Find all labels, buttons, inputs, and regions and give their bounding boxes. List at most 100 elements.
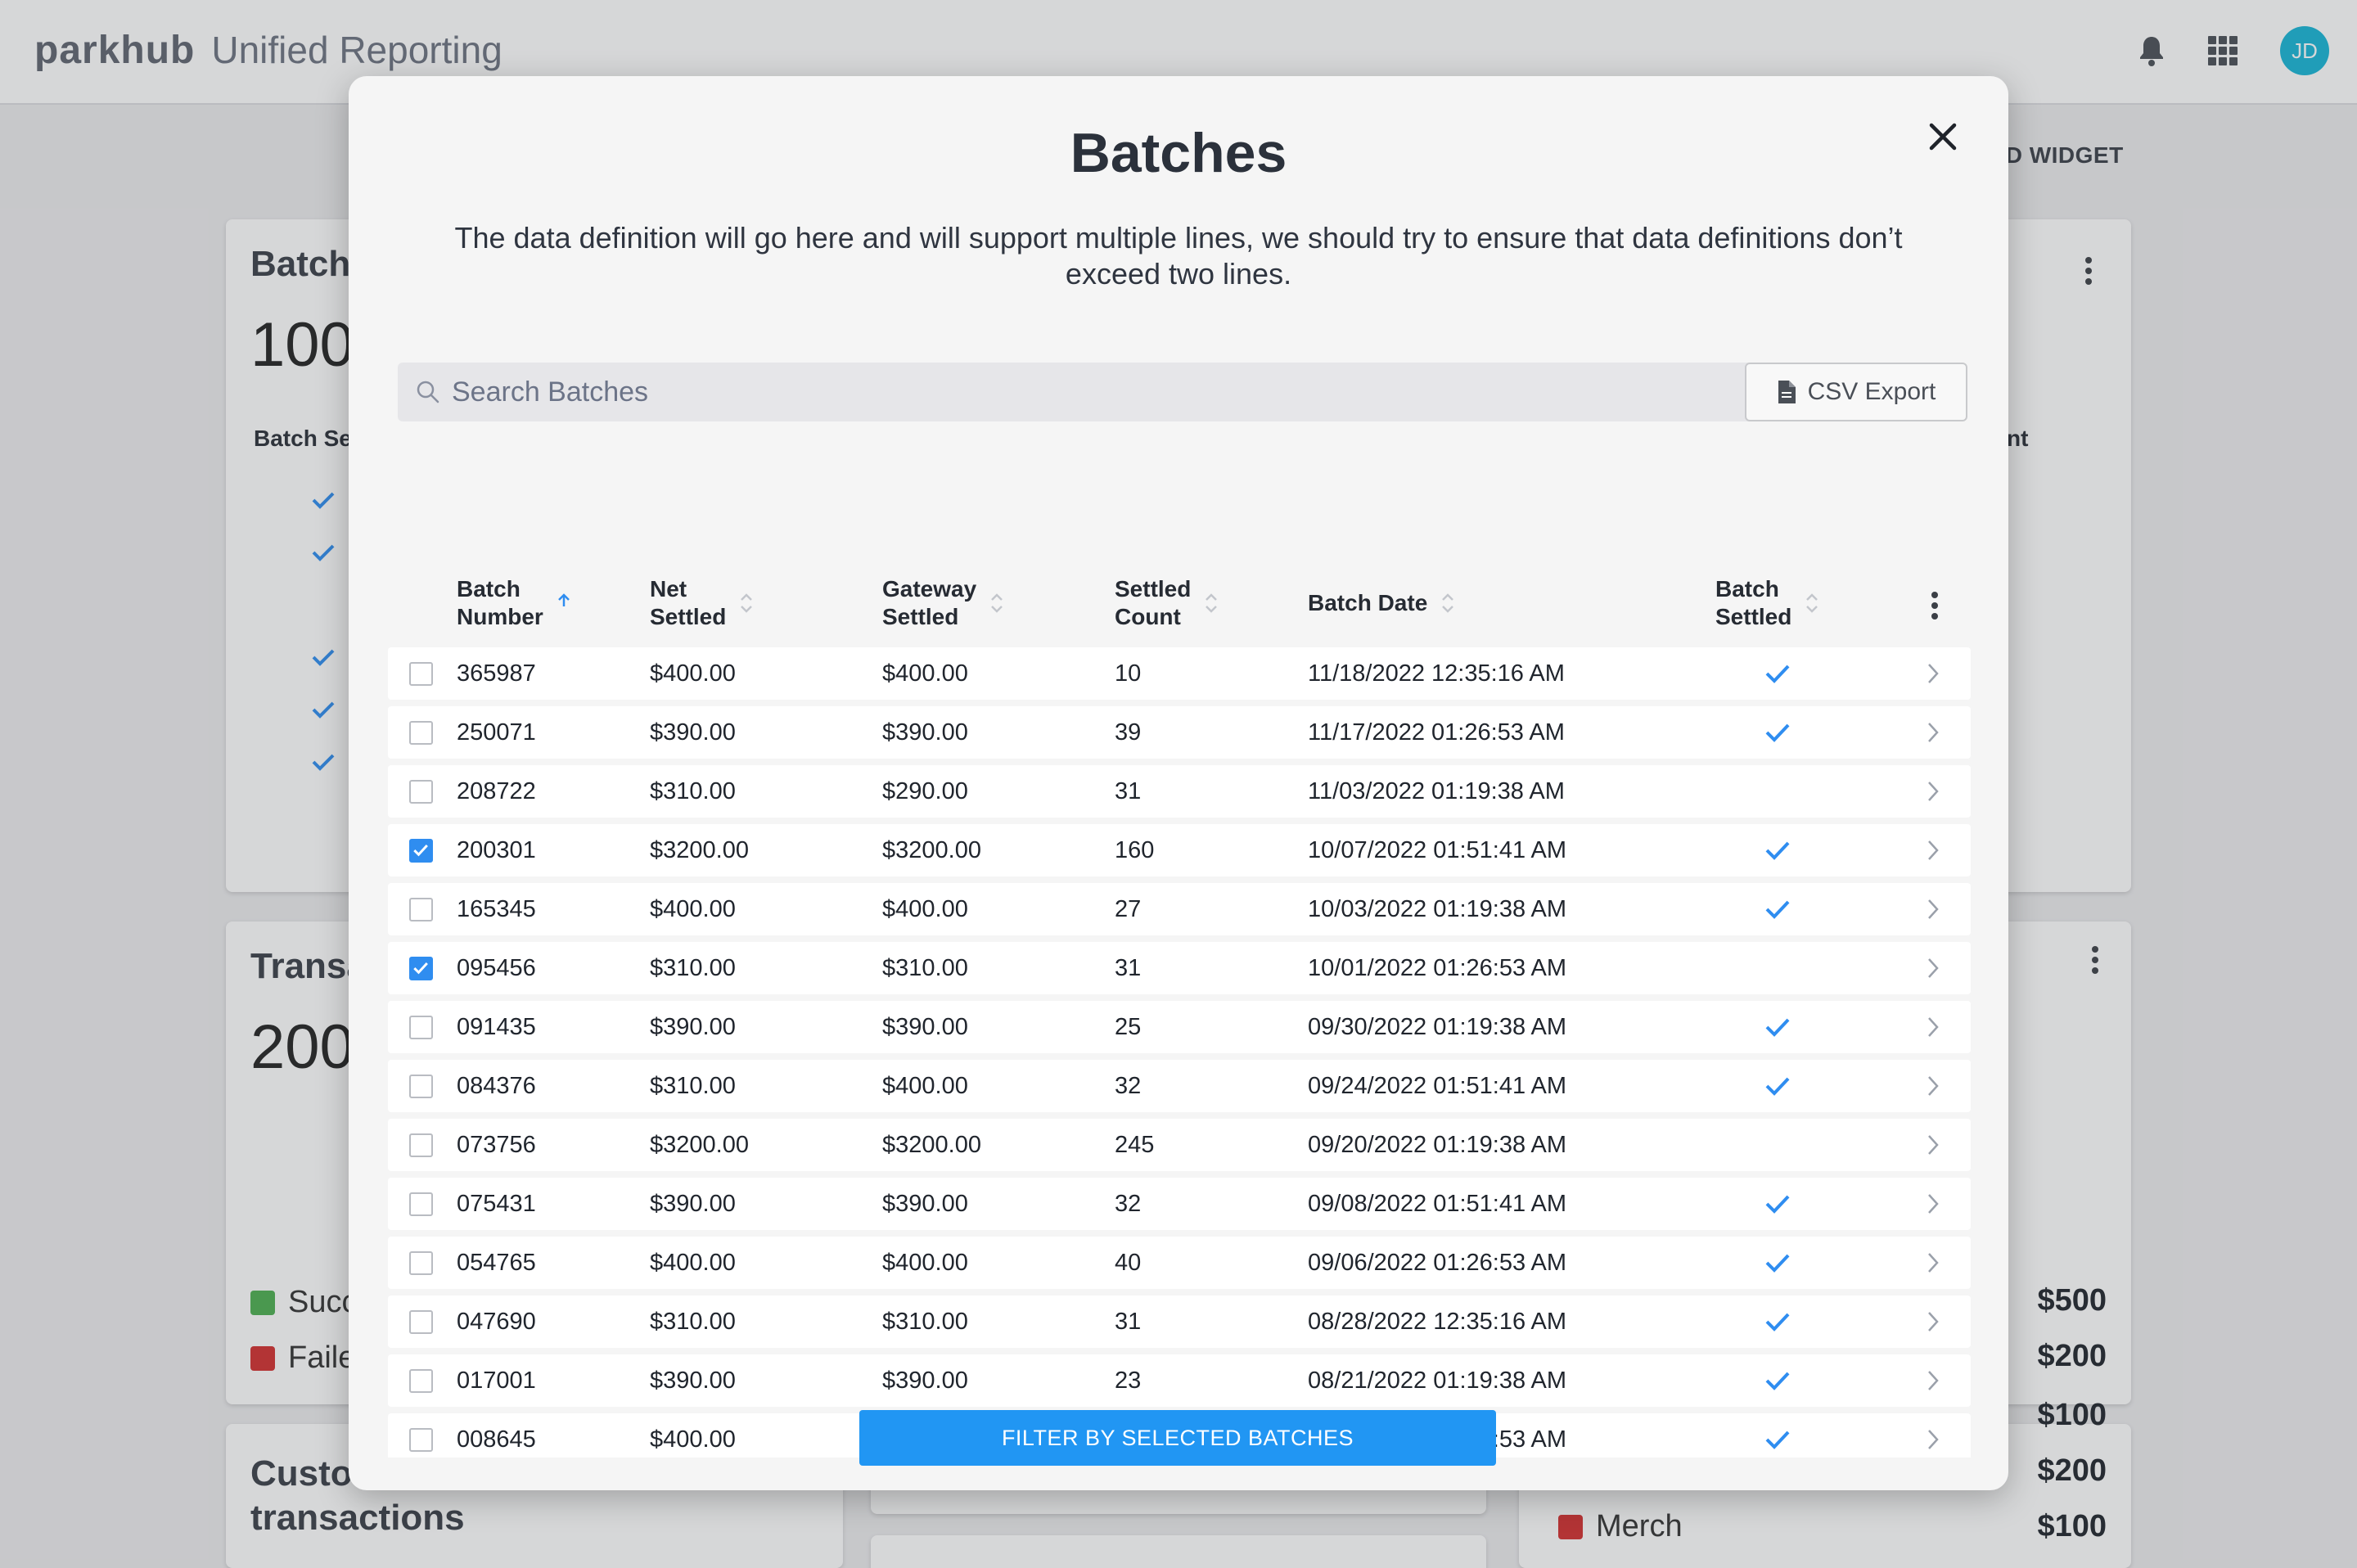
table-row[interactable]: 075431 $390.00 $390.00 32 09/08/2022 01:51:4…: [388, 1178, 1971, 1230]
net-settled-cell: $400.00: [650, 896, 736, 922]
column-label-line2: Count: [1115, 604, 1181, 629]
chevron-right-icon[interactable]: [1927, 1192, 1940, 1215]
row-checkbox[interactable]: [409, 1251, 433, 1275]
gateway-settled-cell: $3200.00: [882, 1132, 981, 1158]
gateway-settled-cell: $310.00: [882, 1309, 968, 1335]
settled-count-cell: 31: [1115, 1309, 1142, 1335]
column-header-gateway-settled[interactable]: Gateway Settled: [882, 575, 1004, 631]
column-menu-icon[interactable]: [1931, 592, 1940, 620]
batch-date-cell: 09/08/2022 01:51:41 AM: [1308, 1191, 1567, 1217]
table-row[interactable]: 017001 $390.00 $390.00 23 08/21/2022 01:19:3…: [388, 1354, 1971, 1407]
table-header: Batch Number Net Settled Gateway Settled Settl…: [388, 567, 1971, 641]
row-checkbox[interactable]: [409, 839, 433, 863]
row-checkbox[interactable]: [409, 1075, 433, 1098]
chevron-right-icon[interactable]: [1927, 839, 1940, 862]
batch-number-cell: 250071: [457, 719, 536, 746]
batch-date-cell: 09/06/2022 01:26:53 AM: [1308, 1250, 1567, 1276]
sort-icon[interactable]: [1440, 591, 1455, 615]
table-row[interactable]: 054765 $400.00 $400.00 40 09/06/2022 01:26:5…: [388, 1237, 1971, 1289]
table-row[interactable]: 250071 $390.00 $390.00 39 11/17/2022 01:26:5…: [388, 706, 1971, 759]
chevron-right-icon[interactable]: [1927, 662, 1940, 685]
settled-count-cell: 40: [1115, 1250, 1142, 1276]
row-checkbox[interactable]: [409, 721, 433, 745]
sort-ascending-icon[interactable]: [557, 591, 571, 615]
table-row[interactable]: 165345 $400.00 $400.00 27 10/03/2022 01:19:3…: [388, 883, 1971, 935]
net-settled-cell: $390.00: [650, 1191, 736, 1217]
close-button[interactable]: [1922, 115, 1964, 158]
chevron-right-icon[interactable]: [1927, 1075, 1940, 1097]
column-label: Batch Date: [1308, 589, 1427, 617]
chevron-right-icon[interactable]: [1927, 898, 1940, 921]
column-header-batch-date[interactable]: Batch Date: [1308, 589, 1455, 617]
batch-number-cell: 017001: [457, 1367, 536, 1394]
settled-count-cell: 27: [1115, 896, 1142, 922]
column-label-line1: Batch: [457, 576, 521, 602]
chevron-right-icon[interactable]: [1927, 1428, 1940, 1451]
gateway-settled-cell: $310.00: [882, 955, 968, 981]
row-checkbox[interactable]: [409, 1369, 433, 1393]
settled-check-icon: [1764, 1253, 1791, 1273]
table-row[interactable]: 047690 $310.00 $310.00 31 08/28/2022 12:35:1…: [388, 1295, 1971, 1348]
table-row[interactable]: 365987 $400.00 $400.00 10 11/18/2022 12:35:1…: [388, 647, 1971, 700]
table-row[interactable]: 208722 $310.00 $290.00 31 11/03/2022 01:19:3…: [388, 765, 1971, 818]
column-label-line2: Settled: [882, 604, 959, 629]
row-checkbox[interactable]: [409, 1192, 433, 1216]
column-label-line1: Settled: [1115, 576, 1192, 602]
csv-export-label: CSV Export: [1807, 378, 1936, 405]
sort-icon[interactable]: [1204, 591, 1219, 615]
column-header-batch-number[interactable]: Batch Number: [457, 575, 571, 631]
sort-icon[interactable]: [739, 591, 754, 615]
filter-by-selected-button[interactable]: FILTER BY SELECTED BATCHES: [859, 1410, 1496, 1466]
chevron-right-icon[interactable]: [1927, 1133, 1940, 1156]
table-row[interactable]: 091435 $390.00 $390.00 25 09/30/2022 01:19:3…: [388, 1001, 1971, 1053]
close-icon: [1929, 123, 1957, 151]
settled-check-icon: [1764, 664, 1791, 683]
row-checkbox[interactable]: [409, 1310, 433, 1334]
column-header-settled-count[interactable]: Settled Count: [1115, 575, 1219, 631]
gateway-settled-cell: $400.00: [882, 1073, 968, 1099]
settled-check-icon: [1764, 1017, 1791, 1037]
net-settled-cell: $310.00: [650, 778, 736, 804]
table-row[interactable]: 073756 $3200.00 $3200.00 245 09/20/2022 01:1…: [388, 1119, 1971, 1171]
chevron-right-icon[interactable]: [1927, 1016, 1940, 1039]
batch-number-cell: 075431: [457, 1191, 536, 1217]
row-checkbox[interactable]: [409, 1133, 433, 1157]
sort-icon[interactable]: [989, 591, 1004, 615]
column-header-net-settled[interactable]: Net Settled: [650, 575, 754, 631]
column-label-line1: Batch: [1715, 576, 1779, 602]
chevron-right-icon[interactable]: [1927, 1251, 1940, 1274]
settled-count-cell: 245: [1115, 1132, 1155, 1158]
chevron-right-icon[interactable]: [1927, 1310, 1940, 1333]
search-input[interactable]: [452, 376, 1679, 408]
sort-icon[interactable]: [1805, 591, 1819, 615]
settled-count-cell: 31: [1115, 778, 1142, 804]
table-row[interactable]: 200301 $3200.00 $3200.00 160 10/07/2022 01:5…: [388, 824, 1971, 876]
batch-date-cell: 11/17/2022 01:26:53 AM: [1308, 719, 1565, 746]
net-settled-cell: $400.00: [650, 1426, 736, 1453]
settled-count-cell: 32: [1115, 1191, 1142, 1217]
net-settled-cell: $3200.00: [650, 837, 749, 863]
table-row[interactable]: 084376 $310.00 $400.00 32 09/24/2022 01:51:4…: [388, 1060, 1971, 1112]
settled-check-icon: [1764, 1312, 1791, 1331]
row-checkbox[interactable]: [409, 662, 433, 686]
search-field[interactable]: [398, 363, 1764, 421]
chevron-right-icon[interactable]: [1927, 957, 1940, 980]
settled-check-icon: [1764, 1194, 1791, 1214]
net-settled-cell: $390.00: [650, 1014, 736, 1040]
chevron-right-icon[interactable]: [1927, 780, 1940, 803]
column-header-batch-settled[interactable]: Batch Settled: [1715, 575, 1819, 631]
settled-count-cell: 32: [1115, 1073, 1142, 1099]
settled-check-icon: [1764, 723, 1791, 742]
row-checkbox[interactable]: [409, 1016, 433, 1039]
row-checkbox[interactable]: [409, 898, 433, 921]
table-row[interactable]: 095456 $310.00 $310.00 31 10/01/2022 01:26:5…: [388, 942, 1971, 994]
chevron-right-icon[interactable]: [1927, 721, 1940, 744]
batch-number-cell: 200301: [457, 837, 536, 863]
row-checkbox[interactable]: [409, 780, 433, 804]
net-settled-cell: $310.00: [650, 955, 736, 981]
row-checkbox[interactable]: [409, 1428, 433, 1452]
batch-date-cell: 09/30/2022 01:19:38 AM: [1308, 1014, 1567, 1040]
row-checkbox[interactable]: [409, 957, 433, 980]
chevron-right-icon[interactable]: [1927, 1369, 1940, 1392]
csv-export-button[interactable]: CSV Export: [1745, 363, 1967, 421]
